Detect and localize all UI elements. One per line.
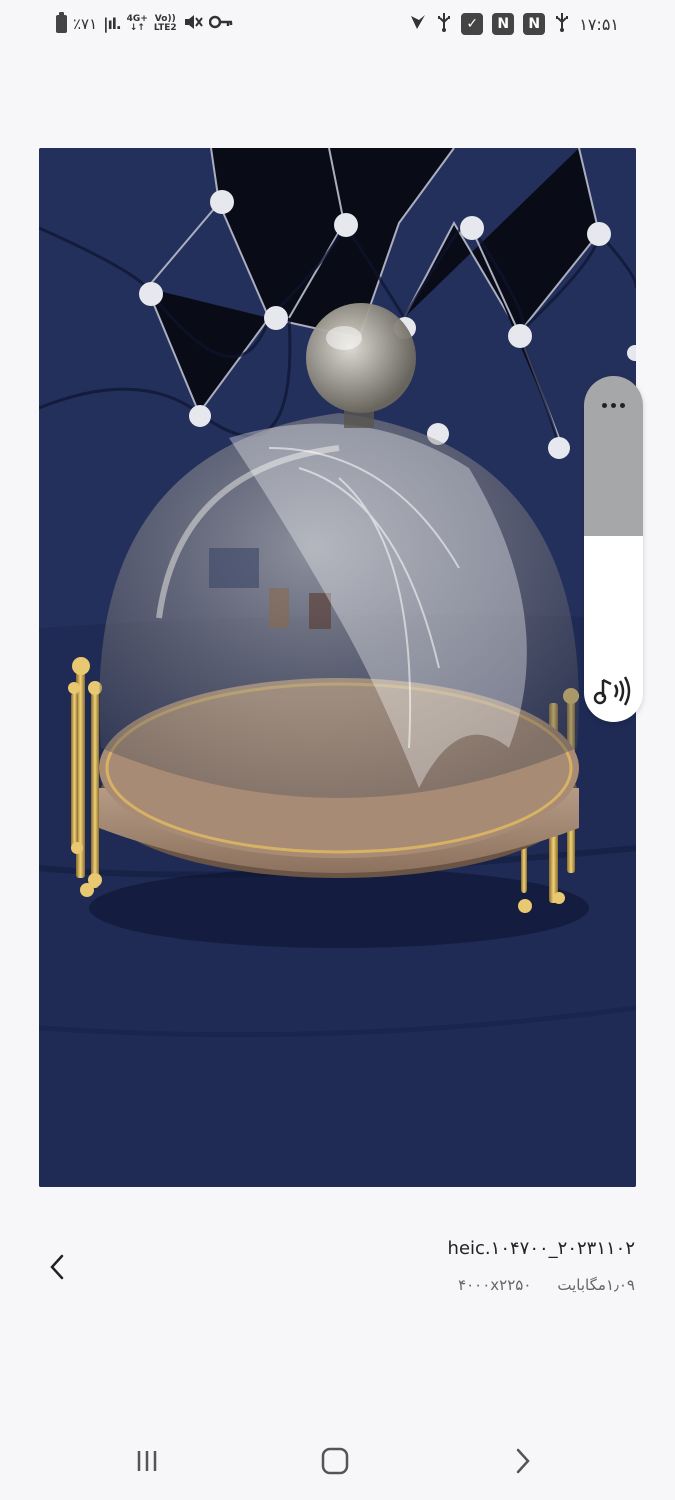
file-dimensions: ۴۰۰۰x۲۲۵۰ — [458, 1276, 532, 1294]
back-nav-icon — [516, 1448, 530, 1474]
battery-icon — [56, 12, 67, 33]
network-type-icon: 4G+ ↓↑ — [127, 15, 148, 33]
status-left: ٪۷۱ |ıl. 4G+ ↓↑ Vo)) LTE2 — [56, 12, 233, 36]
usb-icon — [436, 12, 452, 36]
chevron-left-icon — [50, 1254, 64, 1280]
usb-icon-2 — [554, 12, 570, 36]
status-right: ✓ N N ۱۷:۵۱ — [409, 12, 619, 36]
navigation-bar — [0, 1420, 675, 1500]
sound-shot-button[interactable] — [593, 674, 633, 708]
recent-apps-button[interactable] — [125, 1444, 169, 1478]
recent-apps-icon — [137, 1451, 157, 1471]
photo-viewer[interactable] — [39, 148, 636, 1187]
volte-bottom: LTE2 — [153, 23, 177, 33]
n-notification-icon: N — [492, 13, 515, 35]
network-type-bottom: ↓↑ — [129, 23, 145, 33]
more-options-button[interactable] — [584, 390, 643, 420]
n-notification-icon-2: N — [523, 13, 546, 35]
file-meta: ۱٫۰۹مگابایت ۴۰۰۰x۲۲۵۰ — [458, 1276, 635, 1294]
checkbox-notification-icon: ✓ — [461, 13, 484, 35]
status-bar: ٪۷۱ |ıl. 4G+ ↓↑ Vo)) LTE2 ✓ N N ۱۷:۵۱ — [0, 0, 675, 50]
more-dot — [611, 402, 616, 408]
signal-icon: |ıl. — [103, 15, 121, 33]
home-button[interactable] — [313, 1444, 357, 1478]
file-name: heic.۱۰۴۷۰۰_۲۰۲۳۱۱۰۲ — [447, 1238, 635, 1259]
clock: ۱۷:۵۱ — [579, 14, 619, 34]
volte-icon: Vo)) LTE2 — [154, 15, 177, 33]
back-nav-button[interactable] — [501, 1444, 545, 1478]
more-dot — [620, 402, 625, 408]
battery-percent: ٪۷۱ — [73, 15, 98, 33]
file-size: ۱٫۰۹مگابایت — [557, 1276, 635, 1294]
app-notification-icon — [409, 13, 427, 35]
back-button[interactable] — [40, 1250, 74, 1284]
key-icon — [208, 15, 233, 33]
mute-icon — [183, 13, 203, 35]
glass-cloche-photo — [39, 148, 636, 1187]
home-icon — [321, 1447, 349, 1475]
edge-panel — [584, 376, 643, 722]
more-horiz-icon — [602, 402, 607, 408]
sound-shot-icon — [593, 676, 631, 706]
